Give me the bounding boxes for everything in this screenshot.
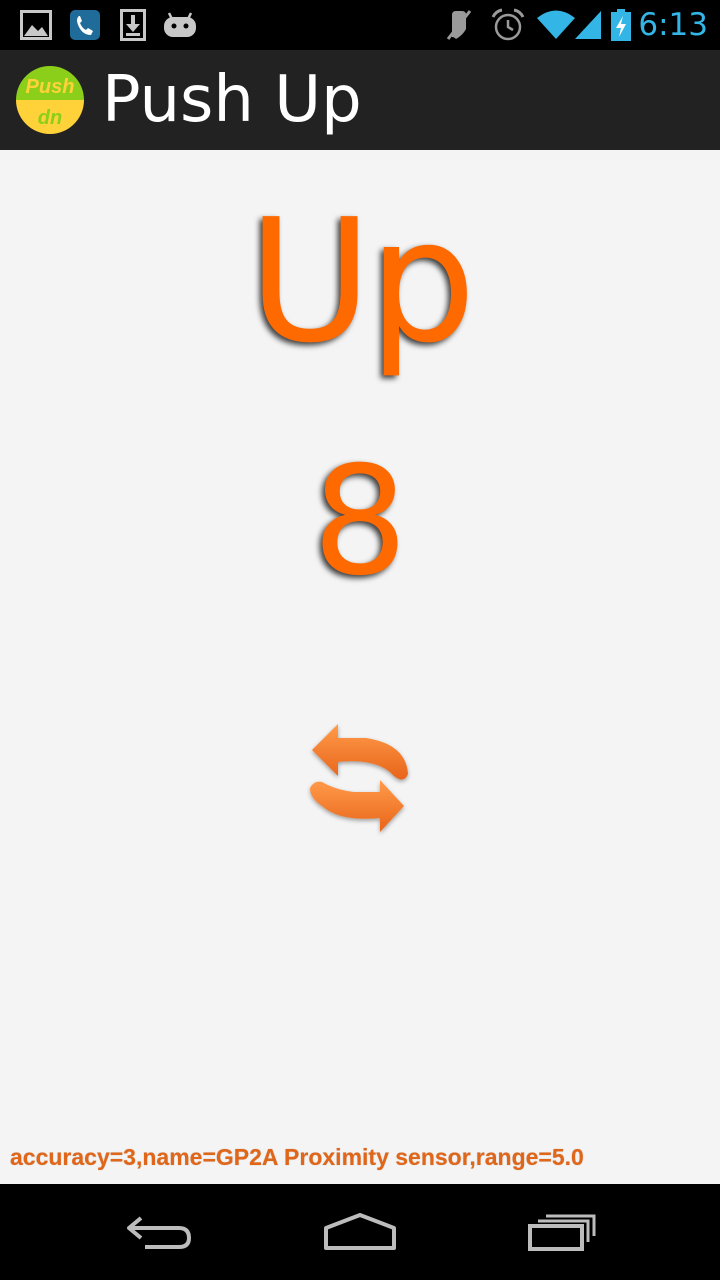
pushup-state-label: Up xyxy=(247,183,476,381)
android-icon xyxy=(160,0,200,50)
logo-text-top: Push xyxy=(26,76,75,98)
gallery-icon xyxy=(18,0,54,50)
signal-icon xyxy=(572,0,604,50)
back-button[interactable] xyxy=(80,1184,240,1280)
pushup-count: 8 xyxy=(312,435,408,609)
home-button[interactable] xyxy=(280,1184,440,1280)
home-icon xyxy=(324,1213,396,1250)
action-bar: Push dn Push Up xyxy=(0,50,720,150)
battery-icon xyxy=(608,0,634,50)
app-logo[interactable]: Push dn xyxy=(16,66,84,134)
app-title: Push Up xyxy=(102,63,362,137)
navigation-bar xyxy=(0,1184,720,1280)
alarm-icon xyxy=(488,0,528,50)
logo-text-bottom: dn xyxy=(38,107,62,129)
reset-button[interactable] xyxy=(300,720,420,845)
download-icon xyxy=(118,0,148,50)
recents-icon xyxy=(528,1214,596,1251)
status-bar: 6:13 xyxy=(0,0,720,50)
main-content: Up 8 accuracy=3,name=GP2A Proximity sens… xyxy=(0,150,720,1184)
refresh-icon xyxy=(310,724,408,832)
screen: 6:13 Push dn Push Up Up 8 accuracy=3,nam… xyxy=(0,0,720,1280)
mute-icon xyxy=(442,0,476,50)
back-icon xyxy=(127,1216,192,1249)
clock-time: 6:13 xyxy=(638,7,708,43)
phone-icon xyxy=(68,0,102,50)
sensor-info-text: accuracy=3,name=GP2A Proximity sensor,ra… xyxy=(10,1144,584,1170)
recents-button[interactable] xyxy=(482,1184,642,1280)
